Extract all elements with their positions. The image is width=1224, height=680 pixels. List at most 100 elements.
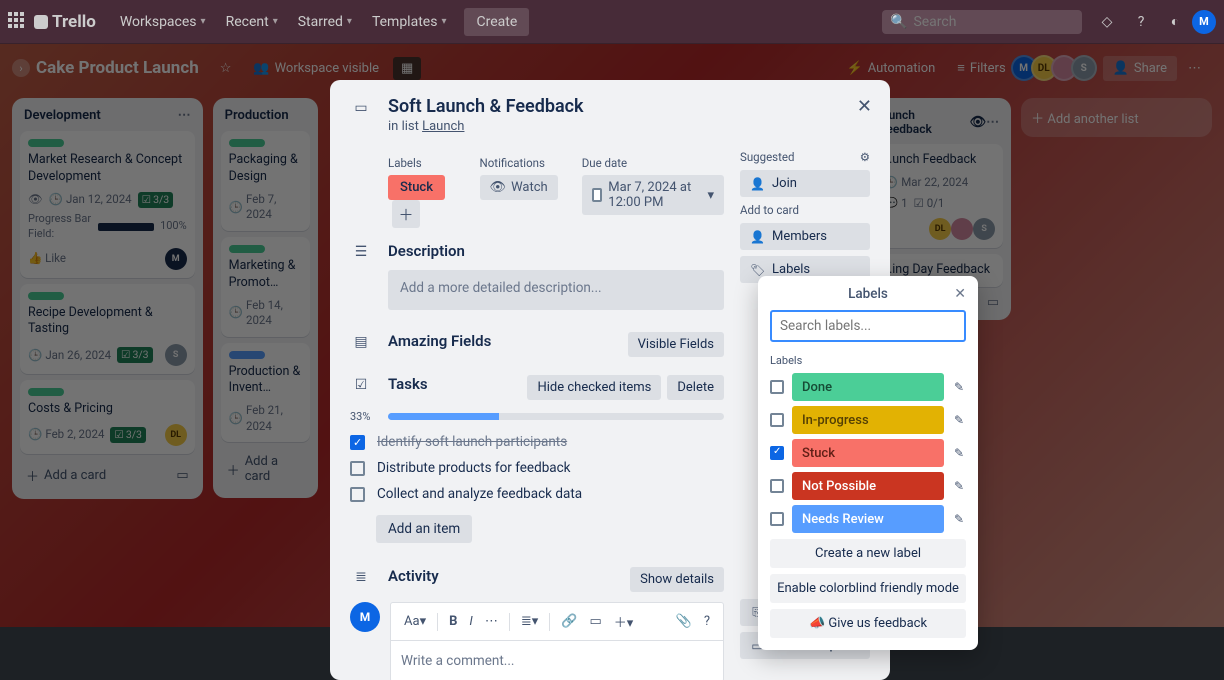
- edit-label-icon[interactable]: ✎: [952, 479, 966, 493]
- text-style-button[interactable]: Aa▾: [399, 611, 431, 632]
- edit-label-icon[interactable]: ✎: [952, 446, 966, 460]
- chevron-down-icon: ▾: [441, 16, 446, 27]
- label-option-done[interactable]: Done ✎: [770, 373, 966, 401]
- comment-editor[interactable]: Aa▾ B I ⋯ ≣▾ 🔗 ▭ ＋▾ 📎: [390, 602, 724, 680]
- colorblind-mode-button[interactable]: Enable colorblind friendly mode: [770, 574, 966, 603]
- label-swatch[interactable]: Stuck: [792, 439, 944, 467]
- label-swatch[interactable]: Needs Review: [792, 505, 944, 533]
- suggested-heading: Suggested⚙: [740, 150, 870, 164]
- user-icon: 👤: [750, 230, 764, 244]
- tag-icon: 🏷: [750, 263, 764, 277]
- list-button[interactable]: ≣▾: [516, 611, 543, 632]
- labels-heading: Labels: [388, 156, 456, 170]
- progress-percent: 33%: [350, 410, 380, 423]
- create-button[interactable]: Create: [464, 8, 529, 36]
- labels-group-heading: Labels: [770, 354, 966, 367]
- nav-starred[interactable]: Starred▾: [290, 8, 360, 36]
- add-label-button[interactable]: ＋: [392, 200, 420, 228]
- theme-icon[interactable]: ◐: [1160, 7, 1190, 37]
- progress-track: [388, 413, 724, 420]
- description-input[interactable]: Add a more detailed description...: [388, 270, 724, 310]
- label-option-in-progress[interactable]: In-progress ✎: [770, 406, 966, 434]
- task-item[interactable]: Identify soft launch participants: [350, 429, 724, 455]
- eye-icon: 👁: [490, 180, 507, 195]
- nav-templates[interactable]: Templates▾: [364, 8, 455, 36]
- chevron-down-icon: ▾: [273, 16, 278, 27]
- edit-label-icon[interactable]: ✎: [952, 512, 966, 526]
- nav-menus: Workspaces▾ Recent▾ Starred▾ Templates▾ …: [112, 8, 529, 36]
- hide-checked-button[interactable]: Hide checked items: [527, 375, 661, 400]
- labels-search-input[interactable]: [770, 310, 966, 342]
- give-feedback-button[interactable]: 📣 Give us feedback: [770, 609, 966, 638]
- chevron-down-icon: ▾: [347, 16, 352, 27]
- italic-button[interactable]: I: [464, 611, 477, 632]
- visible-fields-button[interactable]: Visible Fields: [628, 332, 724, 357]
- top-nav: Trello Workspaces▾ Recent▾ Starred▾ Temp…: [0, 0, 1224, 44]
- user-icon: 👤: [750, 177, 764, 191]
- close-icon[interactable]: ✕: [954, 286, 966, 302]
- help-icon[interactable]: ?: [699, 611, 715, 632]
- attach-icon[interactable]: 📎: [671, 611, 697, 632]
- add-to-card-heading: Add to card: [740, 203, 870, 217]
- link-button[interactable]: 🔗: [556, 611, 582, 632]
- due-date-heading: Due date: [582, 156, 724, 170]
- more-format-button[interactable]: ⋯: [480, 611, 503, 632]
- delete-checklist-button[interactable]: Delete: [667, 375, 724, 400]
- members-button[interactable]: 👤Members: [740, 223, 870, 250]
- list-link[interactable]: Launch: [422, 119, 464, 134]
- fields-icon: ▤: [350, 332, 372, 357]
- label-option-stuck[interactable]: Stuck ✎: [770, 439, 966, 467]
- description-icon: ☰: [350, 242, 372, 260]
- label-checkbox[interactable]: [770, 512, 784, 526]
- task-checkbox[interactable]: [350, 461, 365, 476]
- popover-title: Labels: [848, 286, 888, 302]
- label-swatch[interactable]: In-progress: [792, 406, 944, 434]
- insert-button[interactable]: ＋▾: [609, 609, 639, 634]
- join-button[interactable]: 👤Join: [740, 170, 870, 197]
- apps-switcher-icon[interactable]: [8, 12, 28, 32]
- label-checkbox[interactable]: [770, 413, 784, 427]
- label-stuck[interactable]: Stuck: [388, 175, 445, 200]
- label-checkbox[interactable]: [770, 380, 784, 394]
- board: › Cake Product Launch ☆ 👥Workspace visib…: [0, 44, 1224, 627]
- nav-workspaces[interactable]: Workspaces▾: [112, 8, 214, 36]
- watch-button[interactable]: 👁Watch: [480, 175, 558, 200]
- chevron-down-icon: ▾: [201, 16, 206, 27]
- gear-icon[interactable]: ⚙: [860, 150, 870, 164]
- label-checkbox[interactable]: [770, 446, 784, 460]
- global-search[interactable]: 🔍: [882, 10, 1082, 34]
- card-list-location: in list Launch: [388, 119, 584, 134]
- show-details-button[interactable]: Show details: [630, 567, 724, 592]
- edit-label-icon[interactable]: ✎: [952, 413, 966, 427]
- search-input[interactable]: [913, 14, 1091, 30]
- trello-logo[interactable]: Trello: [34, 12, 96, 32]
- card-title[interactable]: Soft Launch & Feedback: [388, 96, 584, 117]
- image-button[interactable]: ▭: [584, 611, 606, 632]
- add-item-button[interactable]: Add an item: [376, 515, 472, 543]
- checklist-icon: ☑: [350, 375, 372, 400]
- create-label-button[interactable]: Create a new label: [770, 539, 966, 568]
- label-checkbox[interactable]: [770, 479, 784, 493]
- card-icon: ▭: [350, 96, 372, 116]
- task-checkbox[interactable]: [350, 435, 365, 450]
- activity-heading: Activity: [388, 567, 439, 592]
- help-icon[interactable]: ?: [1126, 7, 1156, 37]
- label-swatch[interactable]: Not Possible: [792, 472, 944, 500]
- comment-input[interactable]: Write a comment...: [391, 641, 723, 680]
- label-option-needs-review[interactable]: Needs Review ✎: [770, 505, 966, 533]
- due-date-button[interactable]: Mar 7, 2024 at 12:00 PM▾: [582, 175, 724, 215]
- account-avatar[interactable]: M: [1192, 10, 1216, 34]
- search-icon: 🔍: [890, 14, 907, 30]
- bold-button[interactable]: B: [444, 611, 462, 632]
- label-option-not-possible[interactable]: Not Possible ✎: [770, 472, 966, 500]
- task-item[interactable]: Distribute products for feedback: [350, 455, 724, 481]
- edit-label-icon[interactable]: ✎: [952, 380, 966, 394]
- task-checkbox[interactable]: [350, 487, 365, 502]
- chevron-down-icon: ▾: [707, 188, 714, 203]
- notifications-icon[interactable]: ◇: [1092, 7, 1122, 37]
- nav-recent[interactable]: Recent▾: [218, 8, 286, 36]
- close-icon[interactable]: ✕: [853, 92, 876, 121]
- label-swatch[interactable]: Done: [792, 373, 944, 401]
- task-item[interactable]: Collect and analyze feedback data: [350, 481, 724, 507]
- due-checkbox[interactable]: [592, 188, 603, 202]
